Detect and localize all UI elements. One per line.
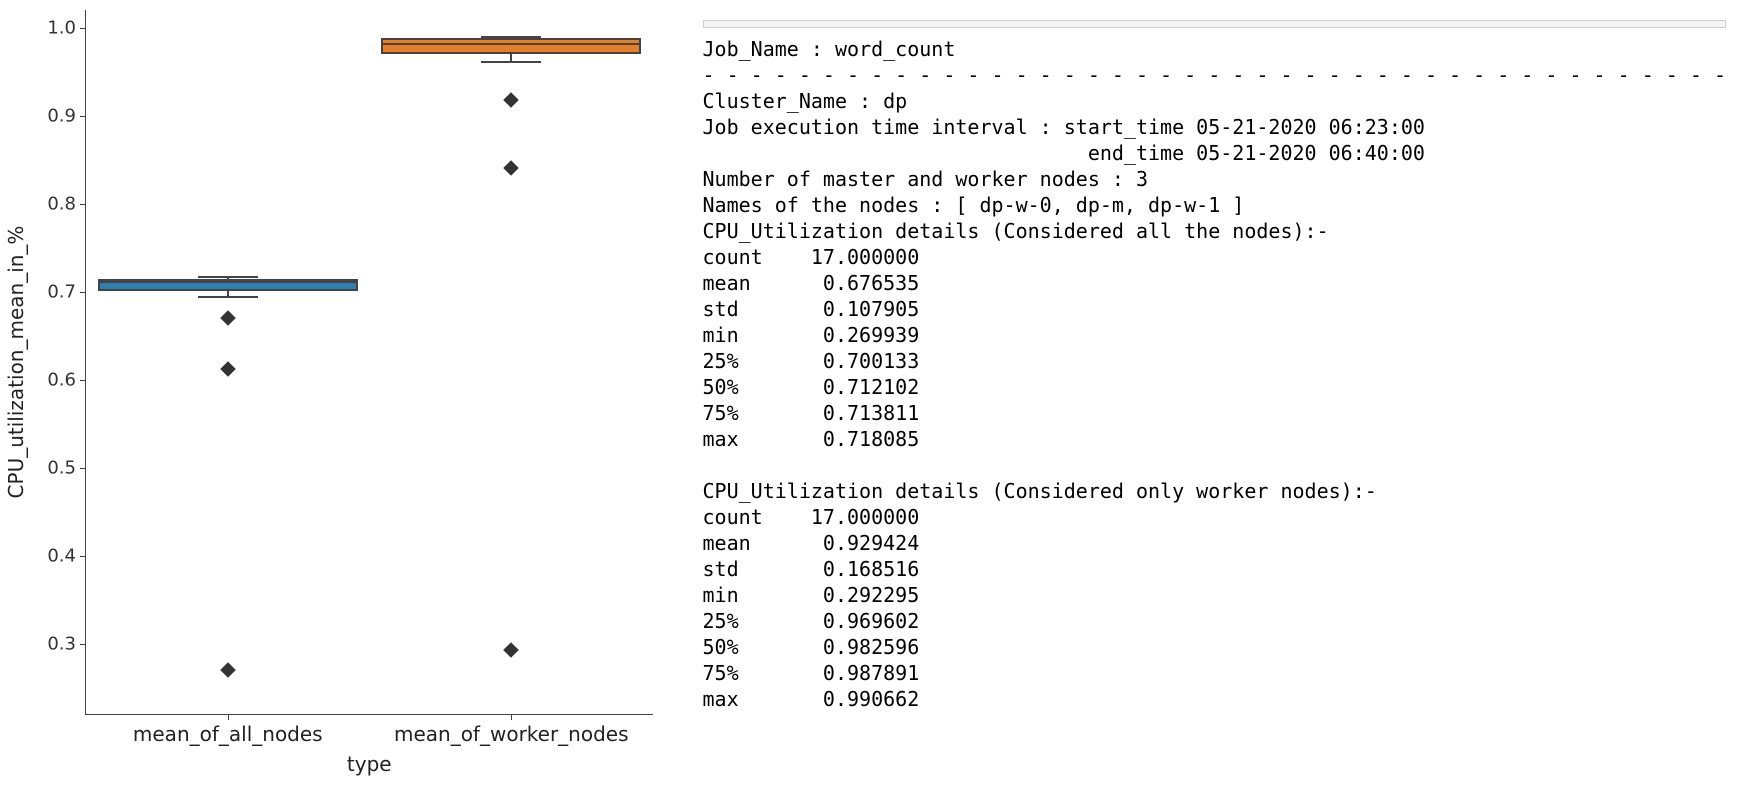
- worker-stats-count: count 17.000000: [703, 505, 920, 529]
- cluster-name-line: Cluster_Name : dp: [703, 89, 908, 113]
- x-tick-label: mean_of_worker_nodes: [394, 722, 629, 746]
- plot-area: CPU_utilization_mean_in_% type 0.30.40.5…: [85, 10, 653, 715]
- report-top-divider: [703, 20, 1727, 28]
- worker-stats-50: 50% 0.982596: [703, 635, 920, 659]
- all-stats-mean: mean 0.676535: [703, 271, 920, 295]
- worker-stats-std: std 0.168516: [703, 557, 920, 581]
- y-tick-label: 0.3: [36, 633, 76, 654]
- boxplot-panel: CPU_utilization_mean_in_% type 0.3 0.4 0.5…: [0, 0, 673, 795]
- interval-start-line: Job execution time interval : start_time…: [703, 115, 1425, 139]
- y-tick-label: 0.6: [36, 369, 76, 390]
- y-tick-label: 0.4: [36, 545, 76, 566]
- outlier-marker: [503, 161, 519, 177]
- nodes-count-line: Number of master and worker nodes : 3: [703, 167, 1149, 191]
- all-stats-25: 25% 0.700133: [703, 349, 920, 373]
- worker-stats-25: 25% 0.969602: [703, 609, 920, 633]
- report-divider: - - - - - - - - - - - - - - - - - - - - …: [703, 63, 1727, 87]
- y-tick-label: 1.0: [36, 17, 76, 38]
- all-stats-max: max 0.718085: [703, 427, 920, 451]
- outlier-marker: [503, 643, 519, 659]
- y-tick-label: 0.5: [36, 457, 76, 478]
- all-stats-header: CPU_Utilization details (Considered all …: [703, 219, 1329, 243]
- x-tick-label: mean_of_all_nodes: [133, 722, 323, 746]
- worker-stats-header: CPU_Utilization details (Considered only…: [703, 479, 1377, 503]
- job-name-line: Job_Name : word_count: [703, 37, 956, 61]
- worker-stats-max: max 0.990662: [703, 687, 920, 711]
- y-tick-label: 0.8: [36, 193, 76, 214]
- all-stats-50: 50% 0.712102: [703, 375, 920, 399]
- y-tick-label: 0.9: [36, 105, 76, 126]
- report-panel: Job_Name : word_count - - - - - - - - - …: [673, 0, 1746, 795]
- interval-end-line: end_time 05-21-2020 06:40:00: [703, 141, 1425, 165]
- worker-stats-min: min 0.292295: [703, 583, 920, 607]
- nodes-names-line: Names of the nodes : [ dp-w-0, dp-m, dp-…: [703, 193, 1245, 217]
- all-stats-std: std 0.107905: [703, 297, 920, 321]
- all-stats-min: min 0.269939: [703, 323, 920, 347]
- y-tick-label: 0.7: [36, 281, 76, 302]
- all-stats-75: 75% 0.713811: [703, 401, 920, 425]
- outlier-marker: [220, 310, 236, 326]
- outlier-marker: [220, 361, 236, 377]
- boxplot-box: [381, 10, 641, 714]
- x-axis-label: type: [347, 752, 392, 776]
- outlier-marker: [220, 662, 236, 678]
- outlier-marker: [503, 92, 519, 108]
- y-axis-label: CPU_utilization_mean_in_%: [4, 226, 28, 499]
- all-stats-count: count 17.000000: [703, 245, 920, 269]
- worker-stats-75: 75% 0.987891: [703, 661, 920, 685]
- boxplot-box: [98, 10, 358, 714]
- worker-stats-mean: mean 0.929424: [703, 531, 920, 555]
